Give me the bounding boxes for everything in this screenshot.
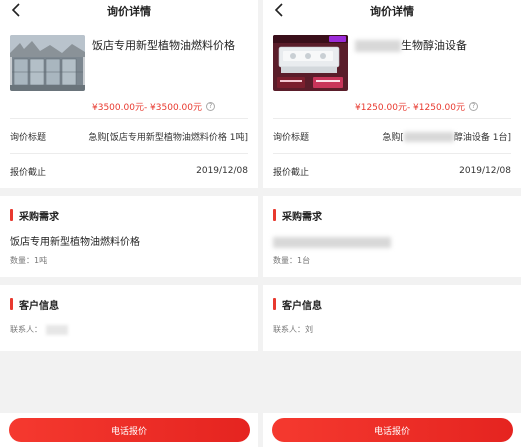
inquiry-title-row: 询价标题 急购[饭店专用新型植物油燃料价格 1吨] — [0, 119, 258, 153]
contact-label: 联系人：刘 — [273, 325, 313, 334]
purchase-text: 饭店专用新型植物油燃料价格 — [10, 237, 140, 248]
contact-row: 联系人：刘 — [273, 323, 511, 351]
price-text: ¥3500.00元- ¥3500.00元 — [92, 103, 202, 113]
deadline-value: 2019/12/08 — [459, 166, 511, 176]
nav-bar: 询价详情 — [263, 0, 521, 22]
inquiry-title-value: 急购[饭店专用新型植物油燃料价格 1吨] — [88, 132, 248, 143]
customer-section: 客户信息 联系人：刘 — [263, 285, 521, 351]
deadline-row: 报价截止 2019/12/08 — [0, 154, 258, 188]
contact-label: 联系人： — [10, 325, 42, 334]
inquiry-title-redacted — [403, 132, 454, 142]
nav-bar: 询价详情 — [0, 0, 258, 22]
inquiry-title-value: 急购[ 醇油设备 1台] — [382, 130, 511, 143]
left-inquiry-panel: 询价详情 饭店专用新型植物油燃料价格 ¥3500.00元- ¥3500.00元 … — [0, 0, 258, 447]
contact-name-redacted — [46, 325, 68, 335]
purchase-section: 采购需求 数量：1台 — [263, 196, 521, 277]
purchase-header: 采购需求 — [282, 211, 322, 223]
call-quote-button[interactable]: 电话报价 — [271, 418, 513, 442]
back-icon[interactable] — [8, 1, 24, 19]
right-inquiry-panel: 询价详情 生物醇油设备 ¥1250.00元- ¥1250.00元 ? 询价标题 … — [263, 0, 521, 447]
deadline-value: 2019/12/08 — [196, 166, 248, 176]
product-name: 生物醇油设备 — [355, 37, 467, 53]
page-title: 询价详情 — [370, 5, 414, 18]
product-image[interactable] — [10, 35, 85, 91]
quantity: 数量：1吨 — [10, 256, 48, 265]
inquiry-title-prefix: 急购[ — [382, 132, 404, 143]
customer-header: 客户信息 — [282, 300, 322, 312]
price-range: ¥1250.00元- ¥1250.00元 ? — [355, 100, 478, 113]
call-quote-button[interactable]: 电话报价 — [8, 418, 250, 442]
contact-row: 联系人： — [10, 323, 248, 351]
back-icon[interactable] — [271, 1, 287, 19]
product-name-redacted — [355, 40, 401, 52]
product-name: 饭店专用新型植物油燃料价格 — [92, 39, 235, 52]
bottom-bar: 电话报价 — [0, 413, 258, 447]
page-title: 询价详情 — [107, 5, 151, 18]
purchase-header: 采购需求 — [19, 211, 59, 223]
inquiry-title-label: 询价标题 — [10, 132, 47, 143]
purchase-text-redacted — [273, 234, 511, 251]
deadline-label: 报价截止 — [10, 167, 47, 178]
product-name-text: 生物醇油设备 — [401, 39, 467, 52]
price-range: ¥3500.00元- ¥3500.00元 ? — [92, 100, 215, 113]
customer-section: 客户信息 联系人： — [0, 285, 258, 351]
inquiry-title-suffix: 醇油设备 1台] — [453, 132, 511, 143]
quantity: 数量：1台 — [273, 256, 311, 265]
product-image[interactable] — [273, 35, 348, 91]
customer-header: 客户信息 — [19, 300, 59, 312]
product-card: 生物醇油设备 ¥1250.00元- ¥1250.00元 ? 询价标题 急购[ 醇油… — [263, 22, 521, 188]
deadline-label: 报价截止 — [273, 167, 310, 178]
bottom-bar: 电话报价 — [263, 413, 521, 447]
inquiry-title-label: 询价标题 — [273, 132, 310, 143]
inquiry-title-row: 询价标题 急购[ 醇油设备 1台] — [263, 119, 521, 153]
purchase-section: 采购需求 饭店专用新型植物油燃料价格 数量：1吨 — [0, 196, 258, 277]
price-text: ¥1250.00元- ¥1250.00元 — [355, 103, 465, 113]
product-card: 饭店专用新型植物油燃料价格 ¥3500.00元- ¥3500.00元 ? 询价标… — [0, 22, 258, 188]
question-circle-icon[interactable]: ? — [469, 102, 478, 111]
deadline-row: 报价截止 2019/12/08 — [263, 154, 521, 188]
question-circle-icon[interactable]: ? — [206, 102, 215, 111]
